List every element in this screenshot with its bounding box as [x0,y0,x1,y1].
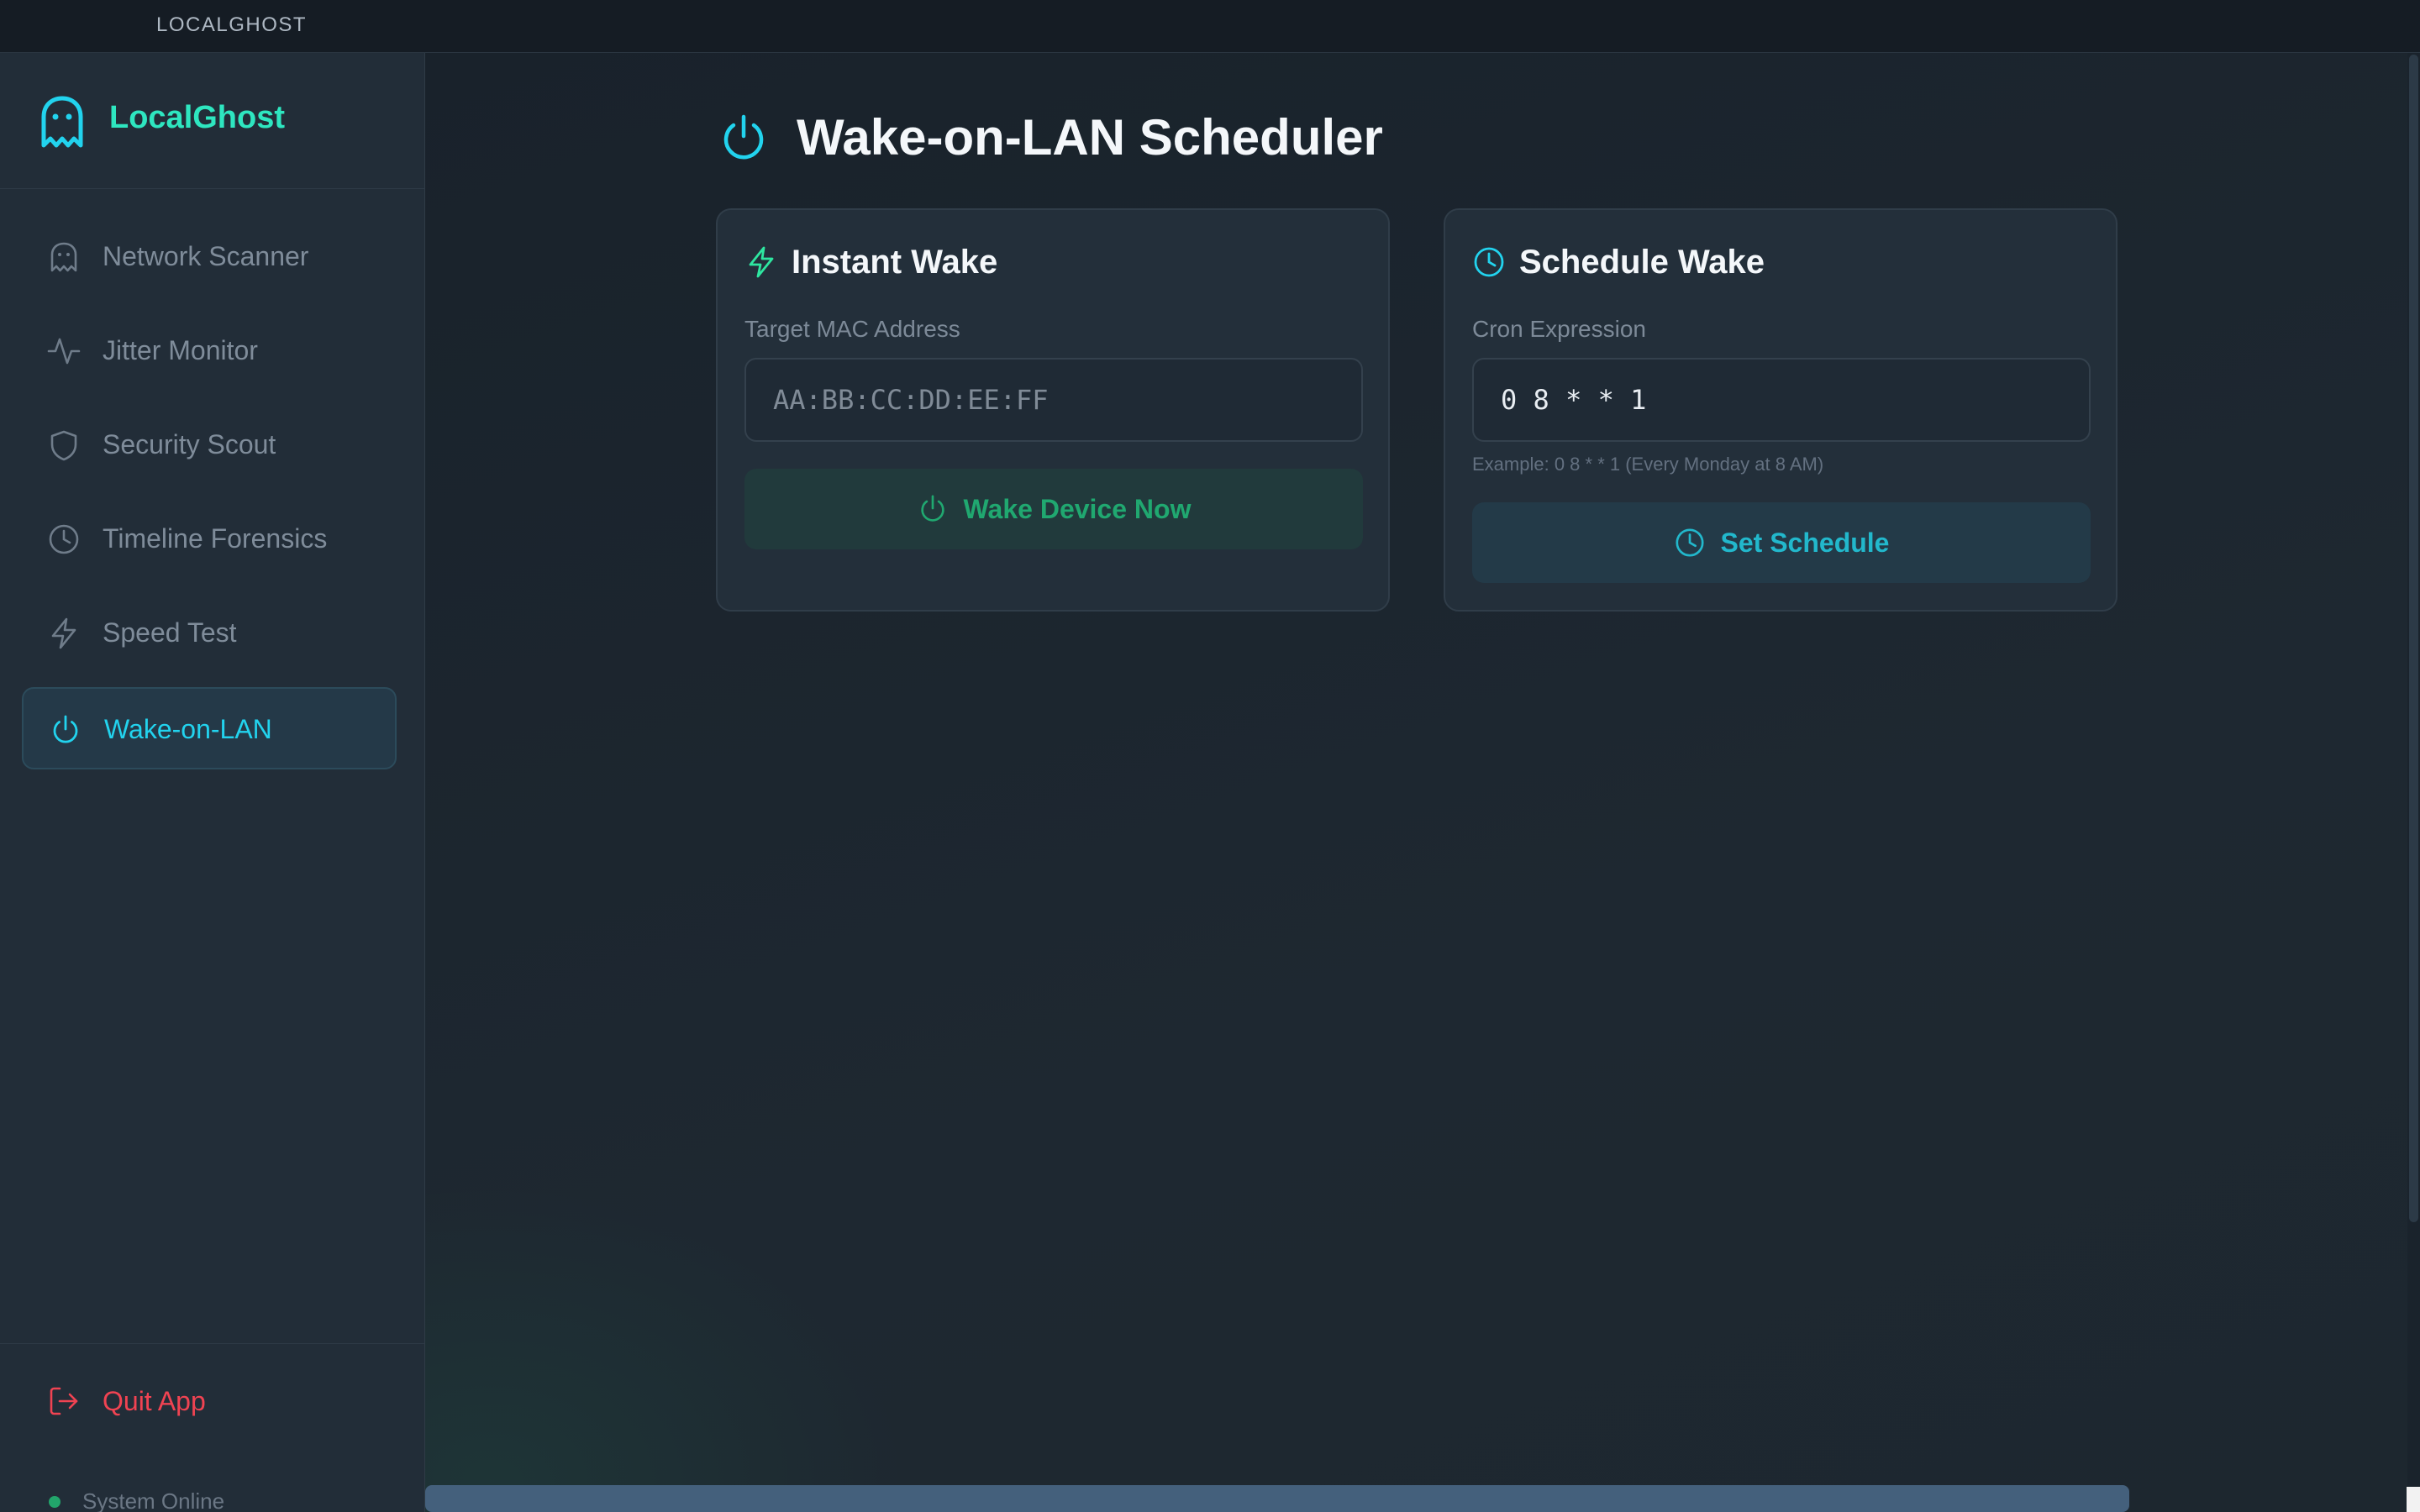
power-icon [920,495,944,522]
clock-icon [1675,528,1704,557]
quit-app-label: Quit App [103,1386,206,1416]
vertical-scrollbar-thumb[interactable] [2409,55,2418,1222]
sidebar-footer: Quit App System Online [0,1343,424,1512]
window-title: LOCALGHOST [156,13,308,36]
activity-icon [47,338,81,365]
set-schedule-button[interactable]: Set Schedule [1472,502,2091,583]
shield-icon [50,430,77,461]
cron-example-hint: Example: 0 8 * * 1 (Every Monday at 8 AM… [1472,454,1824,475]
logout-icon [50,1387,78,1415]
sidebar-item-jitter-monitor[interactable]: Jitter Monitor [22,310,397,392]
status-label: System Online [82,1488,225,1512]
brand-name: LocalGhost [109,100,286,135]
ghost-icon [50,242,77,272]
power-icon [723,114,764,160]
wake-device-now-button[interactable]: Wake Device Now [744,469,1363,549]
page-title: Wake-on-LAN Scheduler [797,109,1383,165]
sidebar-item-label: Security Scout [103,429,276,459]
set-schedule-label: Set Schedule [1720,527,1890,558]
sidebar-item-label: Timeline Forensics [103,523,328,554]
sidebar-item-network-scanner[interactable]: Network Scanner [22,216,397,298]
sidebar-item-speed-test[interactable]: Speed Test [22,592,397,675]
quit-app-button[interactable]: Quit App [22,1368,397,1435]
vertical-scrollbar[interactable] [2407,53,2420,1512]
mac-address-input[interactable] [744,358,1363,442]
lightning-icon [51,617,76,649]
cron-expression-input[interactable] [1472,358,2091,442]
sidebar-item-security-scout[interactable]: Security Scout [22,404,397,486]
sidebar-item-label: Speed Test [103,617,237,648]
card-title: Instant Wake [792,244,998,281]
main-content: Wake-on-LAN Scheduler Instant Wake Targe… [425,53,2420,1512]
clock-icon [1474,247,1504,277]
power-icon [53,715,78,743]
instant-wake-card: Instant Wake Target MAC Address Wake Dev… [716,208,1390,612]
cron-expression-label: Cron Expression [1472,316,1646,342]
ghost-logo-icon [41,96,83,148]
schedule-wake-card: Schedule Wake Cron Expression Example: 0… [1444,208,2118,612]
lightning-icon [749,246,774,278]
status-dot-icon [49,1496,60,1508]
wake-device-now-label: Wake Device Now [963,493,1192,524]
brand-header: LocalGhost [0,53,424,189]
title-bar: LOCALGHOST [0,0,2420,53]
sidebar-item-wake-on-lan[interactable]: Wake-on-LAN [22,687,397,769]
sidebar-item-label: Jitter Monitor [103,335,258,365]
card-title: Schedule Wake [1519,244,1765,281]
horizontal-scrollbar-thumb[interactable] [425,1485,2129,1512]
clock-icon [49,524,79,554]
mac-address-label: Target MAC Address [744,316,960,342]
sidebar-item-timeline-forensics[interactable]: Timeline Forensics [22,498,397,580]
sidebar-item-label: Wake-on-LAN [104,714,272,744]
sidebar: LocalGhost Network Scanner Jitter Monito… [0,53,425,1512]
sidebar-item-label: Network Scanner [103,241,309,271]
scrollbar-corner [2407,1487,2420,1512]
